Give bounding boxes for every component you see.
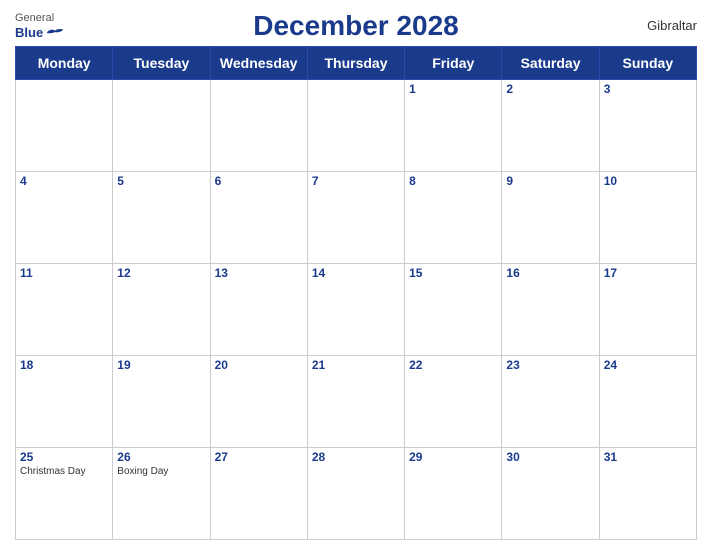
day-number: 29: [409, 450, 497, 464]
calendar-cell: [307, 80, 404, 172]
country-label: Gibraltar: [647, 18, 697, 33]
calendar-week-3: 11 12 13 14 15 16 17: [16, 264, 697, 356]
day-number: 3: [604, 82, 692, 96]
day-number: 21: [312, 358, 400, 372]
calendar-cell: 20: [210, 356, 307, 448]
day-number: 25: [20, 450, 108, 464]
calendar-cell: 9: [502, 172, 599, 264]
calendar-cell: 1: [405, 80, 502, 172]
calendar-cell: 15: [405, 264, 502, 356]
day-number: 20: [215, 358, 303, 372]
calendar-cell: 16: [502, 264, 599, 356]
calendar-cell: 28: [307, 448, 404, 540]
calendar-cell: 27: [210, 448, 307, 540]
calendar-cell: 17: [599, 264, 696, 356]
calendar-cell: 3: [599, 80, 696, 172]
calendar-cell: 12: [113, 264, 210, 356]
day-number: 18: [20, 358, 108, 372]
weekday-header-row: MondayTuesdayWednesdayThursdayFridaySatu…: [16, 47, 697, 80]
day-number: 9: [506, 174, 594, 188]
logo: General Blue: [15, 12, 65, 41]
calendar-cell: 29: [405, 448, 502, 540]
day-number: 23: [506, 358, 594, 372]
day-number: 4: [20, 174, 108, 188]
weekday-header-saturday: Saturday: [502, 47, 599, 80]
day-number: 17: [604, 266, 692, 280]
calendar-cell: [16, 80, 113, 172]
day-number: 27: [215, 450, 303, 464]
day-number: 16: [506, 266, 594, 280]
day-number: 10: [604, 174, 692, 188]
day-number: 6: [215, 174, 303, 188]
day-number: 5: [117, 174, 205, 188]
logo-general-text: General: [15, 12, 54, 25]
page-title: December 2028: [253, 10, 458, 42]
calendar-week-5: 25 Christmas Day 26 Boxing Day 27 28 29 30 31: [16, 448, 697, 540]
calendar-week-2: 456789 10: [16, 172, 697, 264]
calendar-week-4: 18 19 20 21 22 23 24: [16, 356, 697, 448]
day-number: 13: [215, 266, 303, 280]
calendar-cell: 7: [307, 172, 404, 264]
day-number: 26: [117, 450, 205, 464]
calendar-cell: 5: [113, 172, 210, 264]
calendar-cell: 22: [405, 356, 502, 448]
calendar-cell: 23: [502, 356, 599, 448]
calendar-cell: 24: [599, 356, 696, 448]
day-number: 7: [312, 174, 400, 188]
calendar-cell: 21: [307, 356, 404, 448]
calendar-cell: 6: [210, 172, 307, 264]
logo-blue-text: Blue: [15, 25, 43, 41]
day-number: 1: [409, 82, 497, 96]
calendar-header: General Blue December 2028 Gibraltar: [15, 10, 697, 42]
calendar-week-1: 123: [16, 80, 697, 172]
day-number: 11: [20, 266, 108, 280]
weekday-header-wednesday: Wednesday: [210, 47, 307, 80]
day-number: 12: [117, 266, 205, 280]
day-number: 28: [312, 450, 400, 464]
calendar-cell: 4: [16, 172, 113, 264]
day-number: 15: [409, 266, 497, 280]
calendar-cell: 26 Boxing Day: [113, 448, 210, 540]
weekday-header-tuesday: Tuesday: [113, 47, 210, 80]
calendar-cell: 14: [307, 264, 404, 356]
calendar-cell: 8: [405, 172, 502, 264]
holiday-label: Boxing Day: [117, 466, 205, 477]
calendar-cell: [210, 80, 307, 172]
holiday-label: Christmas Day: [20, 466, 108, 477]
day-number: 19: [117, 358, 205, 372]
calendar-cell: 25 Christmas Day: [16, 448, 113, 540]
day-number: 8: [409, 174, 497, 188]
weekday-header-thursday: Thursday: [307, 47, 404, 80]
calendar-cell: 13: [210, 264, 307, 356]
weekday-header-friday: Friday: [405, 47, 502, 80]
calendar-cell: 30: [502, 448, 599, 540]
day-number: 24: [604, 358, 692, 372]
calendar-cell: [113, 80, 210, 172]
calendar-cell: 31: [599, 448, 696, 540]
weekday-header-monday: Monday: [16, 47, 113, 80]
day-number: 2: [506, 82, 594, 96]
logo-bird-icon: [45, 26, 65, 40]
calendar-table: MondayTuesdayWednesdayThursdayFridaySatu…: [15, 46, 697, 540]
calendar-cell: 11: [16, 264, 113, 356]
calendar-cell: 18: [16, 356, 113, 448]
day-number: 30: [506, 450, 594, 464]
weekday-header-sunday: Sunday: [599, 47, 696, 80]
day-number: 22: [409, 358, 497, 372]
day-number: 31: [604, 450, 692, 464]
calendar-cell: 10: [599, 172, 696, 264]
calendar-cell: 19: [113, 356, 210, 448]
calendar-cell: 2: [502, 80, 599, 172]
day-number: 14: [312, 266, 400, 280]
